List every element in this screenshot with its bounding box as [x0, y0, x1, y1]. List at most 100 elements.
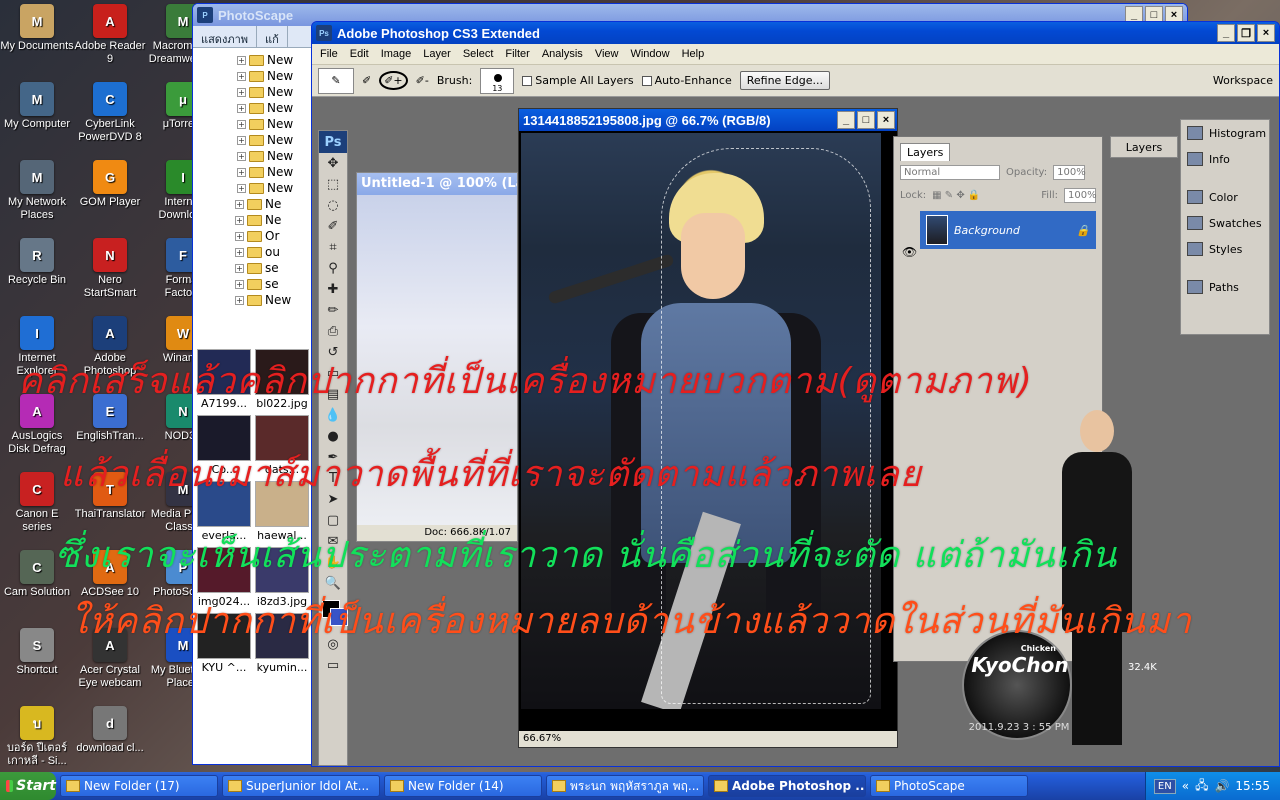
expand-icon[interactable]: + — [235, 247, 244, 257]
fill-input[interactable]: 100% — [1064, 188, 1097, 203]
taskbar-button[interactable]: Adobe Photoshop ... — [708, 775, 866, 797]
folder-tree-item[interactable]: + New — [197, 68, 311, 84]
expand-icon[interactable]: + — [235, 279, 244, 289]
move-tool-icon[interactable]: ✥ — [319, 153, 347, 174]
folder-tree-item[interactable]: + New — [197, 116, 311, 132]
desktop-icon[interactable]: M My Computer — [0, 82, 74, 131]
quick-selection-subtract-icon[interactable]: ✐- — [416, 74, 429, 87]
network-icon[interactable]: 🖧 — [1195, 776, 1208, 797]
tab-editor[interactable]: แก้ — [257, 26, 288, 47]
menu-layer[interactable]: Layer — [417, 48, 457, 60]
marquee-tool-icon[interactable]: ⬚ — [319, 174, 347, 195]
expand-icon[interactable]: + — [235, 295, 244, 305]
quick-selection-new-icon[interactable]: ✐ — [362, 74, 371, 87]
expand-icon[interactable]: + — [237, 135, 246, 145]
taskbar-button[interactable]: SuperJunior Idol At... — [222, 775, 380, 797]
auto-enhance-checkbox[interactable]: Auto-Enhance — [641, 74, 732, 87]
main-doc-titlebar[interactable]: 1314418852195808.jpg @ 66.7% (RGB/8) _ □… — [519, 109, 897, 131]
dock-histogram[interactable]: Histogram — [1181, 120, 1269, 146]
expand-icon[interactable]: + — [237, 151, 246, 161]
folder-tree-item[interactable]: + New — [197, 180, 311, 196]
expand-icon[interactable]: + — [237, 167, 246, 177]
opacity-input[interactable]: 100% — [1053, 165, 1086, 180]
desktop-icon[interactable]: A Adobe Reader 9 — [73, 4, 147, 66]
folder-tree-item[interactable]: + Ne — [197, 212, 311, 228]
folder-tree-item[interactable]: + se — [197, 276, 311, 292]
expand-icon[interactable]: + — [235, 215, 244, 225]
tray-expand-icon[interactable]: « — [1182, 779, 1189, 793]
menu-edit[interactable]: Edit — [344, 48, 375, 60]
folder-tree-item[interactable]: + Ne — [197, 196, 311, 212]
expand-icon[interactable]: + — [237, 71, 246, 81]
dock-color[interactable]: Color — [1181, 184, 1269, 210]
desktop-icon[interactable]: M My Documents — [0, 4, 74, 53]
brush-picker[interactable]: 13 — [480, 67, 515, 94]
quick-selection-tool-icon[interactable]: ✐ — [319, 216, 347, 237]
expand-icon[interactable]: + — [235, 263, 244, 273]
menu-window[interactable]: Window — [624, 48, 675, 60]
expand-icon[interactable]: + — [237, 55, 246, 65]
start-button[interactable]: Start — [0, 772, 56, 800]
menu-filter[interactable]: Filter — [499, 48, 535, 60]
taskbar-button[interactable]: New Folder (17) — [60, 775, 218, 797]
desktop-icon[interactable]: R Recycle Bin — [0, 238, 74, 287]
dock-paths[interactable]: Paths — [1181, 274, 1269, 300]
folder-tree-item[interactable]: + New — [197, 164, 311, 180]
minimize-button[interactable]: _ — [1217, 24, 1235, 42]
desktop-icon[interactable]: G GOM Player — [73, 160, 147, 209]
expand-icon[interactable]: + — [235, 231, 244, 241]
close-button[interactable]: × — [1257, 24, 1275, 42]
desktop-icon[interactable]: บบอร์ด ปีเตอร์ เกาหลี - Si... — [0, 706, 74, 768]
brush-tool-icon[interactable]: ✏ — [319, 300, 347, 321]
clock-time[interactable]: 15:55 — [1235, 779, 1270, 793]
folder-tree-item[interactable]: + New — [197, 132, 311, 148]
menu-view[interactable]: View — [589, 48, 625, 60]
dock-swatches[interactable]: Swatches — [1181, 210, 1269, 236]
language-indicator[interactable]: EN — [1153, 778, 1176, 794]
folder-tree-item[interactable]: + New — [197, 292, 311, 308]
collapsed-layers-tab[interactable]: Layers — [1110, 136, 1178, 158]
menu-analysis[interactable]: Analysis — [536, 48, 589, 60]
zoom-level[interactable]: 66.67% — [523, 733, 561, 744]
desktop-icon[interactable]: M My Network Places — [0, 160, 74, 222]
dodge-tool-icon[interactable]: ● — [319, 426, 347, 447]
doc-maximize-button[interactable]: □ — [857, 111, 875, 129]
layers-tab[interactable]: Layers — [900, 143, 951, 161]
taskbar-button[interactable]: New Folder (14) — [384, 775, 542, 797]
restore-button[interactable]: ❐ — [1237, 24, 1255, 42]
blend-mode-select[interactable]: Normal — [900, 165, 1000, 180]
eyedropper-tool-icon[interactable]: ⚲ — [319, 258, 347, 279]
lasso-tool-icon[interactable]: ◌ — [319, 195, 347, 216]
main-document-window[interactable]: 1314418852195808.jpg @ 66.7% (RGB/8) _ □… — [518, 108, 898, 748]
folder-tree-item[interactable]: + New — [197, 84, 311, 100]
folder-tree-item[interactable]: + New — [197, 52, 311, 68]
expand-icon[interactable]: + — [237, 103, 246, 113]
screen-mode-icon[interactable]: ▭ — [319, 655, 347, 676]
expand-icon[interactable]: + — [235, 199, 244, 209]
desktop-icon[interactable]: C CyberLink PowerDVD 8 — [73, 82, 147, 144]
folder-tree-item[interactable]: + Or — [197, 228, 311, 244]
healing-brush-icon[interactable]: ✚ — [319, 279, 347, 300]
taskbar-button[interactable]: พระนก พฤหัสราภูล พฤ... — [546, 775, 704, 797]
dock-styles[interactable]: Styles — [1181, 236, 1269, 262]
menu-select[interactable]: Select — [457, 48, 500, 60]
layer-background[interactable]: Background 🔒 — [920, 211, 1096, 249]
crop-tool-icon[interactable]: ⌗ — [319, 237, 347, 258]
quick-selection-add-icon[interactable]: ✐+ — [379, 71, 408, 90]
doc-minimize-button[interactable]: _ — [837, 111, 855, 129]
taskbar-button[interactable]: PhotoScape — [870, 775, 1028, 797]
sample-all-layers-checkbox[interactable]: Sample All Layers — [522, 74, 634, 87]
lock-icons[interactable]: ▦ ✎ ✥ 🔒 — [932, 190, 980, 201]
tool-preset-picker[interactable]: ✎ — [318, 67, 354, 94]
folder-tree-item[interactable]: + ou — [197, 244, 311, 260]
menu-image[interactable]: Image — [375, 48, 418, 60]
folder-tree-item[interactable]: + se — [197, 260, 311, 276]
menu-help[interactable]: Help — [676, 48, 711, 60]
expand-icon[interactable]: + — [237, 183, 246, 193]
desktop-icon[interactable]: N Nero StartSmart — [73, 238, 147, 300]
volume-icon[interactable]: 🔊 — [1214, 779, 1229, 793]
desktop-icon[interactable]: d download cl... — [73, 706, 147, 755]
folder-tree-item[interactable]: + New — [197, 148, 311, 164]
workspace-menu[interactable]: Workspace — [1213, 74, 1273, 87]
refine-edge-button[interactable]: Refine Edge... — [739, 71, 830, 90]
